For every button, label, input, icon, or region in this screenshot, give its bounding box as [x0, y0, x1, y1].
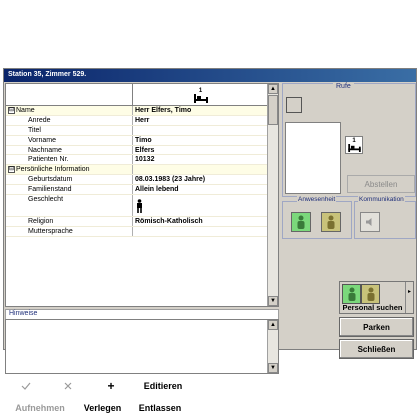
communication-group: Kommunikation: [354, 196, 416, 239]
scroll-down-arrow[interactable]: ▼: [268, 296, 278, 306]
table-row[interactable]: Religion Römisch-Katholisch: [6, 217, 268, 227]
abstellen-button[interactable]: Abstellen: [347, 175, 415, 193]
hints-scroll-down[interactable]: ▼: [268, 363, 278, 373]
row-value: [133, 126, 268, 135]
edit-toolbar: + Editieren: [5, 376, 279, 396]
hints-textarea[interactable]: ▲ ▼: [5, 319, 279, 374]
table-row[interactable]: Nachname Elfers: [6, 145, 268, 156]
right-panel: Rufe 1 Abstellen Anwesenheit Kommunikati…: [282, 83, 416, 359]
transfer-button[interactable]: Verlegen: [75, 399, 130, 417]
scroll-up-arrow[interactable]: ▲: [268, 84, 278, 94]
row-value: Römisch-Katholisch: [135, 218, 203, 226]
x-icon: [64, 382, 72, 390]
call-bed-button[interactable]: 1: [345, 136, 363, 154]
window-title: Station 35, Zimmer 529.: [4, 69, 416, 82]
row-key: Nachname: [28, 146, 62, 154]
row-key: Geburtsdatum: [28, 176, 73, 184]
hints-scrollbar[interactable]: ▲ ▼: [267, 320, 278, 373]
call-indicator[interactable]: [286, 97, 302, 113]
table-scrollbar[interactable]: ▲ ▼: [267, 84, 278, 306]
confirm-button[interactable]: [5, 377, 47, 395]
table-row[interactable]: Familienstand Allein lebend: [6, 185, 268, 196]
personal-search-dropdown-arrow[interactable]: ▸: [405, 282, 413, 313]
row-value: Timo: [135, 136, 152, 144]
row-key: Titel: [28, 126, 41, 134]
table-rows: ⊟ Name Herr Elfers, Timo Anrede Herr Titel Vor…: [6, 106, 268, 237]
table-header: 1: [6, 84, 268, 106]
speaker-button[interactable]: [360, 212, 380, 232]
table-row[interactable]: ⊟ Persönliche Information: [6, 165, 268, 176]
table-row[interactable]: Vorname Timo: [6, 135, 268, 146]
presence-green-button[interactable]: [291, 212, 311, 232]
bed-icon: [193, 93, 208, 103]
table-row[interactable]: Geburtsdatum 08.03.1983 (23 Jahre): [6, 175, 268, 186]
hints-label: Hinweise: [5, 309, 279, 319]
person-icon: [367, 287, 374, 301]
row-key: Persönliche Information: [16, 166, 90, 174]
row-value: Herr Elfers, Timo: [135, 107, 192, 114]
row-value: 08.03.1983 (23 Jahre): [135, 176, 206, 184]
person-icon: [327, 215, 335, 229]
table-row[interactable]: ⊟ Name Herr Elfers, Timo: [6, 106, 268, 116]
table-row[interactable]: Titel: [6, 125, 268, 136]
park-button[interactable]: Parken: [339, 317, 414, 337]
male-icon: [137, 198, 142, 213]
table-row[interactable]: Anrede Herr: [6, 115, 268, 126]
scroll-thumb[interactable]: [268, 95, 278, 125]
row-key: Geschlecht: [28, 196, 64, 204]
personal-search-label: Personal suchen: [342, 303, 403, 312]
admission-toolbar: Aufnehmen Verlegen Entlassen: [5, 398, 279, 418]
close-button[interactable]: Schließen: [339, 339, 414, 359]
row-value: 10132: [135, 156, 155, 164]
discharge-button[interactable]: Entlassen: [130, 399, 190, 417]
row-key: Patienten Nr.: [28, 156, 69, 164]
row-value: [133, 227, 268, 236]
row-value: Allein lebend: [135, 186, 179, 194]
row-value: [133, 165, 268, 174]
presence-label: Anwesenheit: [297, 196, 337, 203]
speaker-icon: [366, 218, 372, 226]
row-key: Vorname: [28, 136, 57, 144]
presence-yellow-button[interactable]: [321, 212, 341, 232]
delete-button[interactable]: [47, 377, 89, 395]
personal-yellow-icon: [361, 284, 380, 304]
person-icon: [348, 287, 355, 301]
row-key: Anrede: [28, 116, 51, 124]
row-value: Herr: [135, 116, 150, 124]
row-key: Religion: [28, 218, 54, 226]
calls-label: Rufe: [333, 83, 354, 90]
bed-icon: [347, 144, 361, 152]
add-button[interactable]: +: [89, 377, 133, 395]
expander-icon[interactable]: ⊟: [8, 106, 15, 114]
hints-scroll-up[interactable]: ▲: [268, 320, 278, 330]
personal-search-button[interactable]: Personal suchen ▸: [339, 281, 414, 314]
table-row[interactable]: Geschlecht: [6, 195, 268, 218]
bed-header: 1: [133, 84, 268, 106]
row-key: Muttersprache: [28, 227, 73, 235]
personal-green-icon: [342, 284, 361, 304]
patient-info-table: 1 ⊟ Name Herr Elfers, Timo Anrede Herr Titel V…: [5, 83, 279, 307]
row-key: Familienstand: [28, 186, 72, 194]
calls-list[interactable]: [285, 122, 341, 194]
row-value: Elfers: [135, 146, 155, 154]
communication-label: Kommunikation: [358, 196, 405, 203]
edit-button[interactable]: Editieren: [133, 377, 193, 395]
person-icon: [297, 215, 305, 229]
expander-icon[interactable]: ⊟: [8, 166, 15, 173]
check-icon: [21, 382, 31, 390]
admit-button[interactable]: Aufnehmen: [5, 399, 75, 417]
patient-window: Station 35, Zimmer 529. 1 ⊟ Name Herr Elfe…: [3, 68, 417, 413]
calls-group: Rufe 1 Abstellen: [282, 83, 416, 197]
table-row[interactable]: Patienten Nr. 10132: [6, 155, 268, 166]
presence-group: Anwesenheit: [282, 196, 352, 239]
row-value: [133, 195, 268, 216]
row-key: Name: [16, 107, 35, 114]
table-row[interactable]: Muttersprache: [6, 226, 268, 237]
